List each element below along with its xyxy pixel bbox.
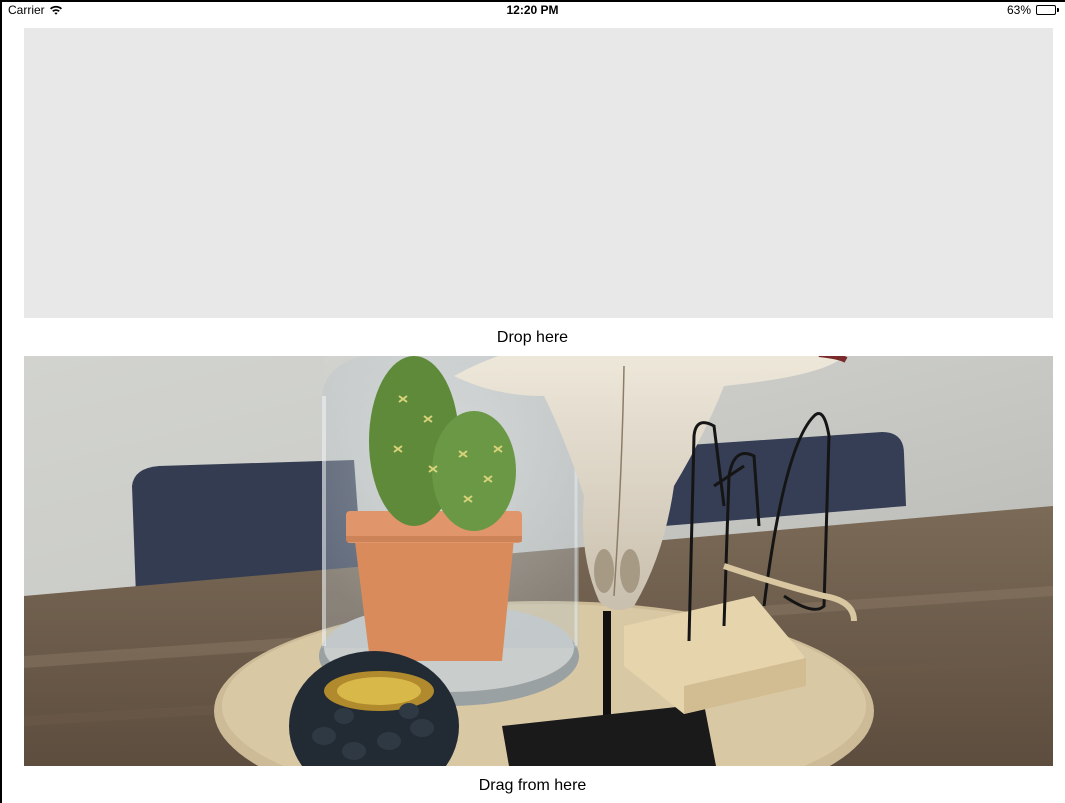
battery-percent: 63%	[1006, 3, 1031, 17]
drag-from-here-label: Drag from here	[478, 777, 587, 794]
battery-icon	[1036, 5, 1059, 15]
drop-zone[interactable]	[24, 28, 1053, 318]
drop-here-label: Drop here	[496, 329, 569, 346]
status-right: 63%	[1007, 0, 1059, 20]
drag-source-image[interactable]	[24, 356, 1053, 766]
status-time: 12:20 PM	[506, 3, 559, 17]
status-bar: Carrier 12:20 PM 63%	[0, 0, 1065, 20]
photo-cactus-skull-tabletop	[24, 356, 1053, 766]
